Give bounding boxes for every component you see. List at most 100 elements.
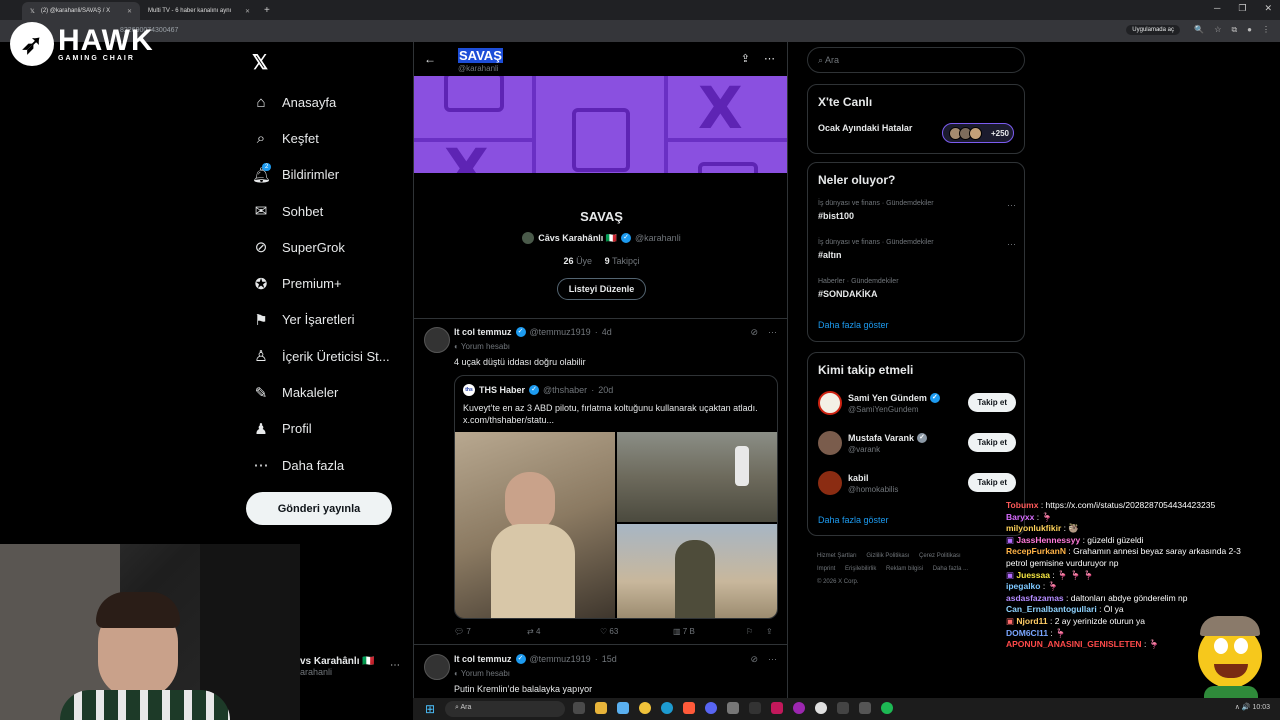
tweet-avatar[interactable] [424, 654, 450, 680]
tweet-more-icon[interactable]: ⋯ [768, 327, 777, 338]
files-icon[interactable] [595, 702, 607, 714]
account-more-icon[interactable]: ⋯ [390, 660, 400, 671]
browser-tab[interactable]: Multi TV - 6 haber kanalını aynı ✕ [140, 2, 258, 20]
tweet-avatar[interactable] [424, 327, 450, 353]
grok-explain-icon[interactable]: ⊘ [750, 327, 758, 338]
trend-more-icon[interactable]: ⋯ [1007, 239, 1016, 250]
x-logo-icon[interactable]: 𝕏 [252, 50, 268, 75]
sidebar-item-supergrok[interactable]: ⊘ SuperGrok [252, 229, 390, 265]
trends-show-more-link[interactable]: Daha fazla göster [818, 320, 889, 330]
footer-link[interactable]: Imprint [817, 566, 835, 572]
sidebar-item-creator-studio[interactable]: ♙ İçerik Üreticisi St... [252, 338, 389, 374]
retweet-button[interactable]: ⇄ 4 [527, 627, 600, 636]
tweet-handle[interactable]: @temmuz1919 [530, 327, 591, 337]
new-tab-icon[interactable]: + [264, 5, 270, 16]
reply-button[interactable]: 💬︎ 7 [454, 627, 527, 636]
share-icon[interactable]: ⇪ [741, 52, 750, 65]
quote-image-car[interactable] [455, 432, 615, 618]
live-topic[interactable]: Ocak Ayındaki Hatalar [818, 123, 912, 133]
star-icon[interactable]: ☆ [1214, 25, 1221, 35]
sidebar-item-home[interactable]: ⌂ Anasayfa [252, 84, 390, 120]
sidebar-item-explore[interactable]: ⌕ Keşfet [252, 120, 390, 156]
spotify-icon[interactable] [881, 702, 893, 714]
quote-image-field[interactable] [617, 432, 777, 522]
suggested-user[interactable]: kabil @homokabilis Takip et [818, 471, 1016, 499]
search-input[interactable]: ⌕ Ara [807, 47, 1025, 73]
app-icon[interactable] [859, 702, 871, 714]
like-button[interactable]: ♡ 63 [600, 627, 673, 636]
followers-label[interactable]: Takipçi [612, 256, 640, 266]
follow-button[interactable]: Takip et [968, 433, 1016, 452]
tweet-handle[interactable]: @temmuz1919 [530, 654, 591, 664]
back-arrow-icon[interactable]: ← [424, 52, 436, 66]
trend-item[interactable]: İş dünyası ve finans · Gündemdekiler #bi… [818, 200, 1016, 221]
quoted-tweet[interactable]: ths THS Haber ✓ @thshaber · 20d Kuveyt’t… [454, 375, 778, 619]
browser-menu-icon[interactable]: ⋮ [1262, 25, 1270, 35]
grok-explain-icon[interactable]: ⊘ [750, 654, 758, 665]
sidebar-item-articles[interactable]: ✎ Makaleler [252, 374, 390, 410]
minimize-icon[interactable]: ─ [1214, 3, 1220, 14]
tweet-author[interactable]: lt col temmuz [454, 654, 512, 664]
sidebar-item-profile[interactable]: ♟ Profil [252, 411, 390, 447]
followers-count[interactable]: 9 [605, 256, 610, 266]
app-icon[interactable] [727, 702, 739, 714]
address-bar[interactable]: 822690074300467 Uygulamada aç 🔍 ☆ ⧉ ● ⋮ [0, 20, 1280, 42]
app-icon[interactable] [749, 702, 761, 714]
who-show-more-link[interactable]: Daha fazla göster [818, 515, 889, 525]
taskview-icon[interactable] [573, 702, 585, 714]
maximize-icon[interactable]: ❐ [1238, 3, 1246, 14]
tab-close-icon[interactable]: ✕ [127, 8, 132, 15]
footer-link[interactable]: Çerez Politikası [919, 553, 961, 559]
trend-item[interactable]: Haberler · Gündemdekiler #SONDAKİKA [818, 278, 1016, 299]
footer-link[interactable]: Daha fazla ... [933, 566, 968, 572]
post-button[interactable]: Gönderi yayınla [246, 492, 392, 525]
suggested-user[interactable]: Mustafa Varank ✓ @varank Takip et [818, 431, 1016, 459]
list-owner[interactable]: Cāvs Karahânlı 🇮🇹 ✓ @karahanli [414, 232, 787, 244]
extensions-icon[interactable]: ⧉ [1231, 25, 1237, 35]
views-button[interactable]: ▥ 7 B [673, 627, 746, 636]
copilot-icon[interactable] [617, 702, 629, 714]
app-icon[interactable] [837, 702, 849, 714]
app-icon[interactable] [771, 702, 783, 714]
follow-button[interactable]: Takip et [968, 473, 1016, 492]
tab-close-icon[interactable]: ✕ [245, 8, 250, 15]
sidebar-item-bookmarks[interactable]: ⚑ Yer İşaretleri [252, 302, 390, 338]
tweet-time[interactable]: 4d [602, 327, 612, 337]
members-label[interactable]: Üye [576, 256, 592, 266]
app-icon[interactable] [793, 702, 805, 714]
more-options-icon[interactable]: ⋯ [764, 52, 775, 65]
browser-tab-active[interactable]: 𝕏 (2) @karahanli/SAVAŞ / X ✕ [22, 2, 140, 20]
edit-list-button[interactable]: Listeyi Düzenle [556, 278, 647, 300]
members-count[interactable]: 26 [564, 256, 574, 266]
account-switcher[interactable]: vs Karahânlı 🇮🇹 arahanli [300, 656, 375, 677]
tweet-time[interactable]: 15d [602, 654, 617, 664]
tweet[interactable]: lt col temmuz ✓ @temmuz1919 · 4d ⊘ ⋯ ◐ Y… [414, 319, 787, 645]
zoom-icon[interactable]: 🔍 [1194, 25, 1204, 35]
footer-link[interactable]: Gizlilik Politikası [866, 553, 909, 559]
live-participants[interactable]: +250 [942, 123, 1014, 143]
trend-item[interactable]: İş dünyası ve finans · Gündemdekiler #al… [818, 239, 1016, 260]
windows-start-icon[interactable]: ⊞ [425, 702, 435, 716]
tweet-more-icon[interactable]: ⋯ [768, 654, 777, 665]
footer-link[interactable]: Reklam bilgisi [886, 566, 923, 572]
discord-icon[interactable] [705, 702, 717, 714]
sidebar-item-premium[interactable]: ✪ Premium+ [252, 265, 390, 301]
sidebar-item-chat[interactable]: ✉ Sohbet [252, 193, 390, 229]
quote-image-soldier[interactable] [617, 524, 777, 618]
chrome-icon[interactable] [639, 702, 651, 714]
app-icon[interactable] [683, 702, 695, 714]
bookmark-button[interactable]: ⚐ [746, 627, 766, 636]
tweet-author[interactable]: lt col temmuz [454, 327, 512, 337]
open-in-app-button[interactable]: Uygulamada aç [1126, 25, 1180, 35]
close-window-icon[interactable]: ✕ [1264, 3, 1272, 14]
footer-link[interactable]: Erişilebilirlik [845, 566, 876, 572]
sidebar-item-notifications[interactable]: 🔔︎ 2 Bildirimler [252, 157, 390, 193]
footer-link[interactable]: Hizmet Şartları [817, 553, 857, 559]
profile-avatar-icon[interactable]: ● [1247, 25, 1252, 35]
sidebar-item-more[interactable]: ⋯ Daha fazla [252, 447, 390, 483]
trend-more-icon[interactable]: ⋯ [1007, 200, 1016, 211]
edge-icon[interactable] [661, 702, 673, 714]
share-tweet-button[interactable]: ⇪ [766, 627, 778, 636]
follow-button[interactable]: Takip et [968, 393, 1016, 412]
system-tray[interactable]: ∧ 🔊 10:03 [1235, 703, 1270, 711]
